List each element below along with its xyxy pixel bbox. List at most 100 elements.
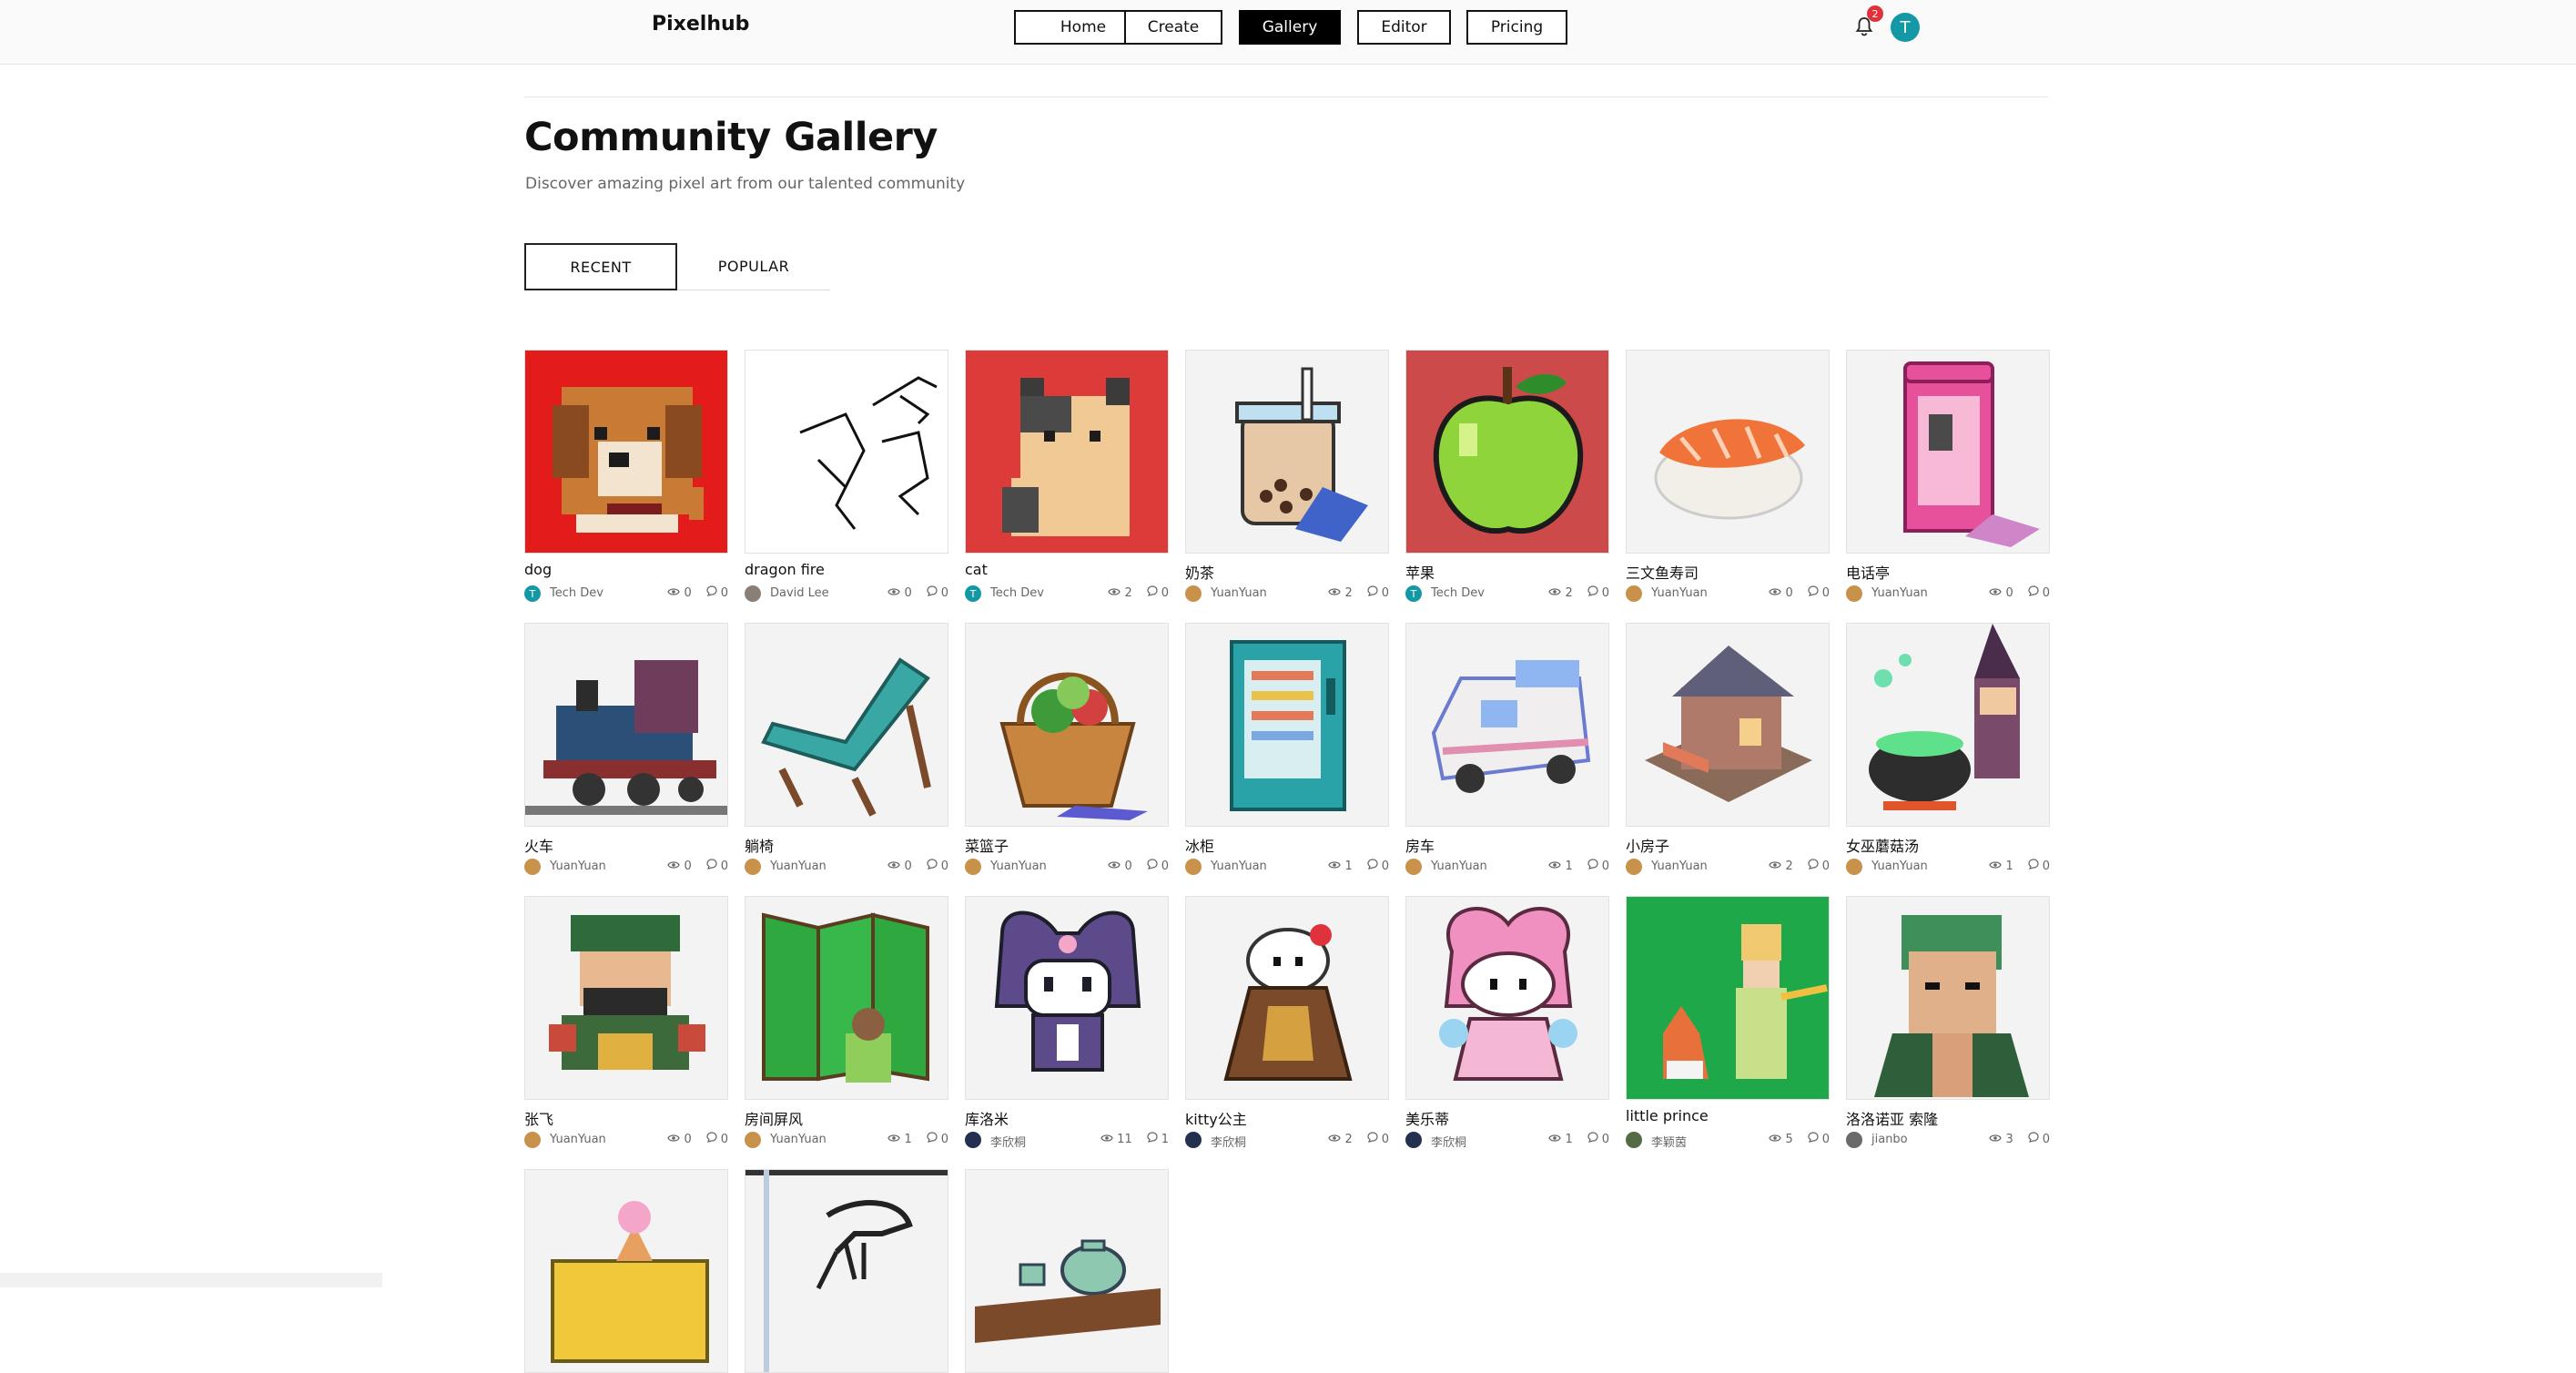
author-name[interactable]: 李欣桐: [990, 1133, 1026, 1150]
author-avatar[interactable]: [1185, 859, 1202, 875]
author-name[interactable]: YuanYuan: [1871, 859, 1928, 873]
author-name[interactable]: YuanYuan: [550, 859, 606, 873]
author-avatar[interactable]: [1626, 585, 1642, 602]
artwork-title[interactable]: 库洛米: [965, 1107, 1009, 1129]
author-name[interactable]: YuanYuan: [1651, 586, 1708, 600]
artwork-stats: 00: [667, 585, 728, 600]
artwork-thumbnail[interactable]: [745, 896, 948, 1100]
author-avatar[interactable]: T: [1405, 585, 1422, 602]
artwork-title[interactable]: 苹果: [1405, 561, 1435, 583]
artwork-thumbnail[interactable]: [965, 896, 1169, 1100]
artwork-thumbnail[interactable]: [1626, 350, 1830, 554]
author-avatar[interactable]: [745, 585, 761, 602]
author-avatar[interactable]: [965, 859, 981, 875]
artwork-thumbnail[interactable]: [1405, 350, 1609, 554]
author-name[interactable]: Tech Dev: [550, 586, 603, 600]
author-avatar[interactable]: [1185, 1132, 1202, 1148]
artwork-thumbnail[interactable]: [965, 1169, 1169, 1373]
artwork-thumbnail[interactable]: [1185, 623, 1389, 827]
author-avatar[interactable]: [1185, 585, 1202, 602]
artwork-thumbnail[interactable]: [1626, 623, 1830, 827]
artwork-stats: 10: [1328, 859, 1389, 873]
author-name[interactable]: YuanYuan: [770, 859, 827, 873]
author-avatar[interactable]: [1626, 1132, 1642, 1148]
artwork-title[interactable]: 房间屏风: [745, 1107, 803, 1129]
artwork-title[interactable]: 奶茶: [1185, 561, 1214, 583]
artwork-thumbnail[interactable]: [524, 1169, 728, 1373]
author-name[interactable]: David Lee: [770, 586, 829, 600]
author-name[interactable]: YuanYuan: [550, 1133, 606, 1146]
artwork-thumbnail[interactable]: [1405, 896, 1609, 1100]
author-name[interactable]: 李欣桐: [1211, 1133, 1246, 1150]
artwork-thumbnail[interactable]: [524, 623, 728, 827]
author-name[interactable]: YuanYuan: [1871, 586, 1928, 600]
author-avatar[interactable]: [965, 1132, 981, 1148]
author-name[interactable]: YuanYuan: [1651, 859, 1708, 873]
author-name[interactable]: YuanYuan: [770, 1133, 827, 1146]
author-avatar[interactable]: [1626, 859, 1642, 875]
artwork-thumbnail[interactable]: [1846, 350, 2050, 554]
artwork-title[interactable]: 张飞: [524, 1107, 553, 1129]
artwork-thumbnail[interactable]: [745, 350, 948, 554]
author-avatar[interactable]: [745, 859, 761, 875]
artwork-title[interactable]: 菜篮子: [965, 834, 1009, 856]
author-name[interactable]: YuanYuan: [990, 859, 1047, 873]
user-avatar[interactable]: T: [1891, 13, 1920, 42]
artwork-title[interactable]: 躺椅: [745, 834, 774, 856]
artwork-thumbnail[interactable]: [965, 623, 1169, 827]
artwork-title[interactable]: 洛洛诺亚 索隆: [1846, 1107, 1938, 1129]
tab-popular[interactable]: POPULAR: [677, 243, 830, 290]
artwork-title[interactable]: little prince: [1626, 1107, 1709, 1124]
artwork-thumbnail[interactable]: [1185, 896, 1389, 1100]
eye-icon: [667, 859, 681, 873]
author-name[interactable]: Tech Dev: [990, 586, 1044, 600]
nav-pricing-button[interactable]: Pricing: [1466, 10, 1567, 45]
comment-icon: [2028, 585, 2039, 600]
artwork-title[interactable]: cat: [965, 561, 988, 578]
artwork-thumbnail[interactable]: [745, 623, 948, 827]
author-avatar[interactable]: T: [524, 585, 541, 602]
artwork-stats: 00: [887, 585, 948, 600]
author-avatar[interactable]: T: [965, 585, 981, 602]
artwork-title[interactable]: 火车: [524, 834, 553, 856]
author-name[interactable]: YuanYuan: [1431, 859, 1487, 873]
artwork-thumbnail[interactable]: [1846, 623, 2050, 827]
artwork-title[interactable]: dragon fire: [745, 561, 825, 578]
artwork-thumbnail[interactable]: [1185, 350, 1389, 554]
nav-editor-button[interactable]: Editor: [1357, 10, 1451, 45]
artwork-title[interactable]: 电话亭: [1846, 561, 1890, 583]
artwork-thumbnail[interactable]: [1626, 896, 1830, 1100]
artwork-title[interactable]: 小房子: [1626, 834, 1669, 856]
author-name[interactable]: YuanYuan: [1211, 859, 1267, 873]
artwork-title[interactable]: 美乐蒂: [1405, 1107, 1449, 1129]
author-avatar[interactable]: [745, 1132, 761, 1148]
artwork-title[interactable]: 女巫蘑菇汤: [1846, 834, 1919, 856]
artwork-title[interactable]: dog: [524, 561, 552, 578]
artwork-thumbnail[interactable]: [965, 350, 1169, 554]
artwork-thumbnail[interactable]: [1846, 896, 2050, 1100]
author-avatar[interactable]: [524, 859, 541, 875]
artwork-thumbnail[interactable]: [1405, 623, 1609, 827]
artwork-thumbnail[interactable]: [745, 1169, 948, 1373]
author-name[interactable]: Tech Dev: [1431, 586, 1485, 600]
author-avatar[interactable]: [1846, 1132, 1862, 1148]
author-name[interactable]: 李颖茵: [1651, 1133, 1687, 1150]
author-avatar[interactable]: [1846, 585, 1862, 602]
author-avatar[interactable]: [1405, 859, 1422, 875]
author-name[interactable]: jianbo: [1871, 1133, 1908, 1146]
nav-create-button[interactable]: Create: [1124, 10, 1222, 45]
artwork-title[interactable]: kitty公主: [1185, 1107, 1247, 1129]
author-avatar[interactable]: [1405, 1132, 1422, 1148]
author-name[interactable]: YuanYuan: [1211, 586, 1267, 600]
artwork-thumbnail[interactable]: [524, 350, 728, 554]
author-avatar[interactable]: [524, 1132, 541, 1148]
author-name[interactable]: 李欣桐: [1431, 1133, 1466, 1150]
artwork-title[interactable]: 冰柜: [1185, 834, 1214, 856]
nav-gallery-button[interactable]: Gallery: [1239, 10, 1341, 45]
view-count: 5: [1785, 1132, 1793, 1146]
artwork-title[interactable]: 房车: [1405, 834, 1435, 856]
artwork-title[interactable]: 三文鱼寿司: [1626, 561, 1699, 583]
artwork-thumbnail[interactable]: [524, 896, 728, 1100]
author-avatar[interactable]: [1846, 859, 1862, 875]
tab-recent[interactable]: RECENT: [524, 243, 677, 290]
